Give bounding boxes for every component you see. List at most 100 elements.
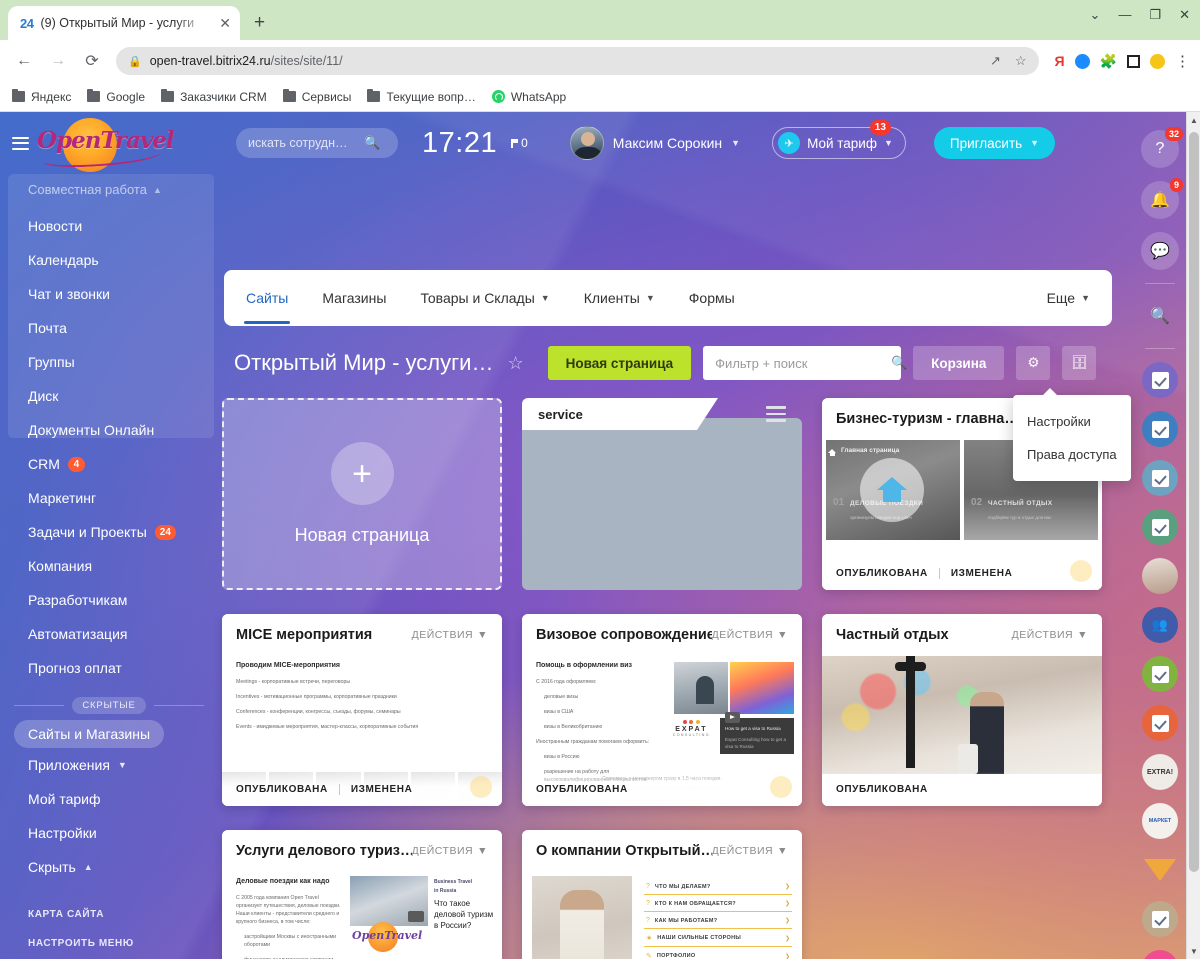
sidebar-item-chat-calls[interactable]: Чат и звонки (28, 277, 222, 311)
sidebar-item-company[interactable]: Компания (28, 549, 222, 583)
filter-input[interactable] (715, 355, 892, 371)
logo[interactable]: OpenTravel (37, 115, 175, 172)
site-card[interactable]: Визовое сопровождение ДЕЙСТВИЯ ▼ Помощь в… (522, 614, 802, 806)
menu-burger-icon[interactable] (12, 136, 29, 150)
bookmark-current-questions[interactable]: Текущие вопр… (367, 88, 476, 104)
sitemap-link[interactable]: КАРТА САЙТА (28, 900, 222, 929)
sidebar-item-developers[interactable]: Разработчикам (28, 583, 222, 617)
bookmark-google[interactable]: Google (87, 88, 145, 104)
site-card[interactable]: О компании Открытый… ДЕЙСТВИЯ ▼ ? ЧТО МЫ Д… (522, 830, 802, 959)
bookmark-star-icon[interactable]: ☆ (1015, 53, 1027, 69)
app-icon-6[interactable] (1142, 705, 1178, 741)
favorite-star-icon[interactable]: ☆ (507, 353, 523, 374)
add-folder-icon[interactable]: 🗄 (1062, 346, 1097, 380)
card-actions-button[interactable]: ДЕЙСТВИЯ ▼ (712, 629, 788, 641)
tab-more[interactable]: Еще ▼ (1047, 290, 1090, 306)
search-icon[interactable]: 🔍 (891, 355, 907, 371)
tab-products-warehouses[interactable]: Товары и Склады ▼ (420, 290, 549, 306)
sidebar-section-collaboration[interactable]: Совместная работа ▲ (28, 174, 222, 209)
search-icon[interactable]: 🔍 (1141, 297, 1179, 335)
gear-icon[interactable]: ⚙ (1016, 346, 1051, 380)
my-tariff-button[interactable]: ✈ Мой тариф ▼ 13 (772, 120, 906, 159)
chevron-down-icon[interactable]: ⌄ (1090, 8, 1101, 21)
page-scrollbar[interactable]: ▲ ▼ (1186, 112, 1200, 959)
funnel-icon[interactable] (1142, 852, 1178, 888)
bookmark-yandex[interactable]: Яндекс (12, 88, 71, 104)
tab-forms[interactable]: Формы (689, 290, 735, 306)
address-bar[interactable]: 🔒 open-travel.bitrix24.ru/sites/site/11/… (116, 47, 1039, 75)
browser-tab[interactable]: 24 (9) Открытый Мир - услуги ✕ (8, 6, 240, 40)
help-icon[interactable]: ? 32 (1141, 127, 1183, 168)
sidebar-item-sites-and-shops[interactable]: Сайты и Магазины (14, 720, 165, 748)
sidebar-item-settings[interactable]: Настройки (28, 816, 222, 850)
loading-card-menu-icon[interactable] (766, 406, 786, 426)
card-actions-button[interactable]: ДЕЙСТВИЯ ▼ (412, 629, 488, 641)
maximize-icon[interactable]: ❐ (1149, 8, 1161, 21)
site-card[interactable]: Частный отдых ДЕЙСТВИЯ ▼ ОПУБЛИКОВАНА (822, 614, 1102, 806)
sidebar-item-my-tariff[interactable]: Мой тариф (28, 782, 222, 816)
app-icon-5[interactable] (1142, 656, 1178, 692)
extra-badge-icon[interactable]: EXTRA! (1142, 754, 1178, 790)
coin-extension-icon[interactable] (1150, 53, 1165, 69)
card-actions-button[interactable]: ДЕЙСТВИЯ ▼ (712, 845, 788, 857)
player-extension-icon[interactable] (1074, 53, 1090, 69)
new-page-card[interactable]: + Новая страница (222, 398, 502, 590)
bell-icon[interactable]: 🔔 9 (1141, 178, 1183, 219)
scrollbar-thumb[interactable] (1189, 132, 1199, 872)
app-icon-8[interactable] (1142, 950, 1178, 959)
card-actions-button[interactable]: ДЕЙСТВИЯ ▼ (1012, 629, 1088, 641)
sidebar-item-news[interactable]: Новости (28, 209, 222, 243)
marketing-badge-icon[interactable]: МАРКЕТ (1142, 803, 1178, 839)
back-icon[interactable]: ← (10, 47, 38, 75)
site-card[interactable]: MICE мероприятия ДЕЙСТВИЯ ▼ Проводим MICE… (222, 614, 502, 806)
sidebar-item-mail[interactable]: Почта (28, 311, 222, 345)
app-icon-3[interactable] (1142, 460, 1178, 496)
scroll-up-arrow[interactable]: ▲ (1187, 112, 1200, 128)
browser-menu-icon[interactable]: ⋮ (1175, 52, 1190, 70)
tab-sites[interactable]: Сайты (243, 290, 291, 324)
search-icon[interactable]: 🔍 (364, 135, 380, 151)
app-icon-4[interactable] (1142, 509, 1178, 545)
tab-shops[interactable]: Магазины (322, 290, 386, 306)
reload-icon[interactable]: ⟳ (78, 47, 106, 75)
invite-button[interactable]: Пригласить ▼ (933, 127, 1056, 159)
app-icon-7[interactable] (1142, 901, 1178, 937)
yandex-extension-icon[interactable]: Я (1055, 53, 1065, 69)
sidebar-item-applications[interactable]: Приложения ▼ (28, 748, 222, 782)
app-icon-1[interactable] (1142, 362, 1178, 398)
sidebar-item-automation[interactable]: Автоматизация (28, 617, 222, 651)
sidebar-item-disk[interactable]: Диск (28, 379, 222, 413)
configure-menu-link[interactable]: НАСТРОИТЬ МЕНЮ (28, 929, 222, 958)
user-menu[interactable]: Максим Сорокин ▼ (569, 126, 740, 160)
filter-search-field[interactable]: 🔍 (703, 346, 907, 380)
app-icon-2[interactable] (1142, 411, 1178, 447)
sidebar-item-marketing[interactable]: Маркетинг (28, 481, 222, 515)
new-page-button[interactable]: Новая страница (547, 346, 692, 380)
square-extension-icon[interactable] (1127, 54, 1140, 68)
card-actions-button[interactable]: ДЕЙСТВИЯ ▼ (412, 845, 488, 857)
minimize-icon[interactable]: — (1118, 8, 1131, 21)
bookmark-whatsapp[interactable]: WhatsApp (491, 90, 566, 104)
bookmark-crm-clients[interactable]: Заказчики CRM (161, 88, 267, 104)
sidebar-item-groups[interactable]: Группы (28, 345, 222, 379)
sidebar-item-hide[interactable]: Скрыть ▲ (28, 850, 222, 884)
sidebar-item-online-documents[interactable]: Документы Онлайн (28, 413, 222, 447)
site-card[interactable]: Услуги делового туриз… ДЕЙСТВИЯ ▼ Деловые… (222, 830, 502, 959)
sidebar-item-crm[interactable]: CRM 4 (28, 447, 222, 481)
share-icon[interactable]: ↗ (990, 53, 1001, 69)
dropdown-item-access-rights[interactable]: Права доступа (1013, 438, 1131, 471)
group-chat-icon[interactable]: 👥 (1142, 607, 1178, 643)
trash-button[interactable]: Корзина (913, 346, 1005, 380)
forward-icon[interactable]: → (44, 47, 72, 75)
employee-search[interactable]: 🔍 (236, 128, 398, 158)
window-close-icon[interactable]: ✕ (1179, 8, 1190, 21)
dropdown-item-settings[interactable]: Настройки (1013, 405, 1131, 438)
sidebar-item-calendar[interactable]: Календарь (28, 243, 222, 277)
chat-icon[interactable]: 💬 (1141, 232, 1179, 270)
new-tab-button[interactable]: + (254, 12, 265, 34)
scroll-down-arrow[interactable]: ▼ (1187, 943, 1200, 959)
flag-counter[interactable]: 0 (511, 136, 528, 150)
close-icon[interactable]: ✕ (216, 15, 234, 32)
puzzle-extension-icon[interactable]: 🧩 (1100, 53, 1117, 70)
tab-clients[interactable]: Клиенты ▼ (584, 290, 655, 306)
